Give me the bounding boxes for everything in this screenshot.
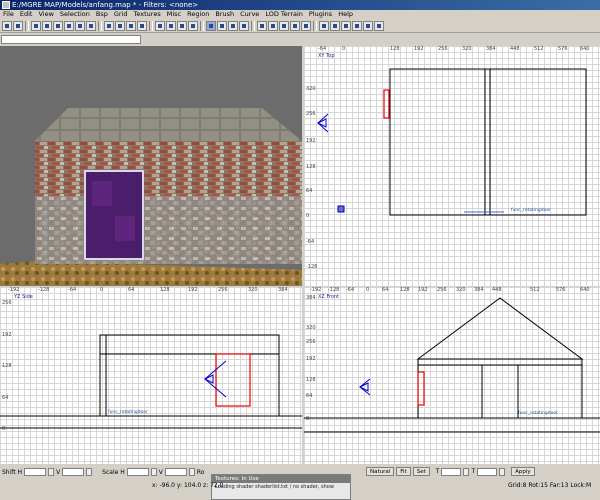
rotate-label: Ro bbox=[196, 468, 205, 476]
texture-lock-icon[interactable] bbox=[228, 20, 238, 31]
shift-h-spinner[interactable] bbox=[48, 468, 55, 476]
menu-grid[interactable]: Grid bbox=[111, 10, 131, 19]
save-icon[interactable] bbox=[13, 20, 23, 31]
tile-t2-spinner[interactable] bbox=[499, 467, 506, 476]
top-geometry bbox=[316, 68, 587, 216]
filter-bar bbox=[0, 34, 600, 46]
shift-v-field[interactable] bbox=[62, 468, 85, 476]
change-view-icon[interactable] bbox=[217, 20, 227, 31]
select-mode-icon[interactable] bbox=[206, 20, 216, 31]
apply-button[interactable]: Apply bbox=[511, 467, 535, 476]
scale-h-field[interactable] bbox=[126, 468, 149, 476]
rotate-z-icon[interactable] bbox=[86, 20, 96, 31]
texture-browser-message: Loading shader shaderlist.txt / no shade… bbox=[215, 484, 334, 490]
scale-h-label: Scale H bbox=[102, 468, 125, 476]
flip-x-icon[interactable] bbox=[31, 20, 41, 31]
select-partial-icon[interactable] bbox=[126, 20, 136, 31]
xz-front-viewport[interactable]: -192 -128 -64 0 64 128 192 256 320 384 4… bbox=[304, 287, 600, 464]
lighting-icon[interactable] bbox=[301, 20, 311, 31]
patch-cylinder-icon[interactable] bbox=[352, 20, 362, 31]
patch-matrix-icon[interactable] bbox=[363, 20, 373, 31]
grid-status: Grid:8 Rot:15 Far:13 Lock:M bbox=[508, 482, 592, 489]
tile-t2-field[interactable] bbox=[477, 467, 498, 476]
app-icon bbox=[2, 1, 10, 9]
natural-button[interactable]: Natural bbox=[366, 467, 395, 476]
top-entity-label: func_rotatingdoor bbox=[511, 208, 551, 213]
scale-h-spinner[interactable] bbox=[150, 468, 157, 476]
v-label: V bbox=[56, 468, 61, 476]
scale-v-label: V bbox=[158, 468, 163, 476]
toolbar-separator bbox=[251, 20, 255, 31]
camera-scene bbox=[0, 46, 302, 286]
patch-thicken-icon[interactable] bbox=[374, 20, 384, 31]
xy-top-viewport[interactable]: -64 0 128 192 256 320 384 448 512 576 64… bbox=[304, 46, 600, 286]
shift-v-spinner[interactable] bbox=[86, 468, 93, 476]
menu-edit[interactable]: Edit bbox=[17, 10, 36, 19]
menu-textures[interactable]: Textures bbox=[131, 10, 164, 19]
menu-misc[interactable]: Misc bbox=[164, 10, 184, 19]
cursor-coordinates: x: -96.0 y: 104.0 z: 72.0 bbox=[152, 482, 224, 489]
shift-h-field[interactable] bbox=[24, 468, 47, 476]
patch-cap-icon[interactable] bbox=[319, 20, 329, 31]
scale-v-field[interactable] bbox=[164, 468, 187, 476]
flip-y-icon[interactable] bbox=[42, 20, 52, 31]
toolbar-separator bbox=[313, 20, 317, 31]
clipper-icon[interactable] bbox=[188, 20, 198, 31]
menu-brush[interactable]: Brush bbox=[212, 10, 237, 19]
set-button[interactable]: Set bbox=[412, 467, 430, 476]
filter-input[interactable] bbox=[1, 35, 141, 44]
show-patches-icon[interactable] bbox=[268, 20, 278, 31]
texture-browser-popup[interactable]: Textures: In Use Loading shader shaderli… bbox=[211, 474, 351, 500]
menu-bar: File Edit View Selection Bsp Grid Textur… bbox=[0, 10, 600, 19]
menu-help[interactable]: Help bbox=[335, 10, 356, 19]
fit-controls: Natural Fit Set T T Apply bbox=[366, 467, 535, 476]
toolbar-separator bbox=[200, 20, 204, 31]
toolbar-separator bbox=[25, 20, 29, 31]
menu-view[interactable]: View bbox=[35, 10, 56, 19]
menu-plugins[interactable]: Plugins bbox=[306, 10, 335, 19]
textured-icon[interactable] bbox=[290, 20, 300, 31]
rotate-x-icon[interactable] bbox=[64, 20, 74, 31]
toolbar bbox=[0, 19, 600, 33]
toolbar-separator bbox=[98, 20, 102, 31]
texture-browser-title: Textures: In Use bbox=[212, 475, 350, 483]
front-entity-label: func_rotatingdoor bbox=[518, 411, 558, 416]
tile-t2-label: T bbox=[471, 468, 476, 475]
patch-cone-icon[interactable] bbox=[341, 20, 351, 31]
menu-selection[interactable]: Selection bbox=[57, 10, 93, 19]
hollow-icon[interactable] bbox=[177, 20, 187, 31]
surface-controls: Shift H V Scale H V Ro bbox=[2, 468, 204, 476]
select-complete-icon[interactable] bbox=[104, 20, 114, 31]
menu-region[interactable]: Region bbox=[184, 10, 212, 19]
csg-merge-icon[interactable] bbox=[166, 20, 176, 31]
menu-bsp[interactable]: Bsp bbox=[93, 10, 111, 19]
csg-subtract-icon[interactable] bbox=[155, 20, 165, 31]
side-geometry bbox=[0, 334, 302, 429]
menu-lod-terrain[interactable]: LOD Terrain bbox=[262, 10, 306, 19]
tile-t-field[interactable] bbox=[441, 467, 462, 476]
menu-curve[interactable]: Curve bbox=[237, 10, 262, 19]
shift-h-label: Shift H bbox=[2, 468, 23, 476]
camera-viewport[interactable] bbox=[0, 46, 302, 286]
flip-z-icon[interactable] bbox=[53, 20, 63, 31]
rotate-y-icon[interactable] bbox=[75, 20, 85, 31]
fit-button[interactable]: Fit bbox=[396, 467, 411, 476]
patch-bevel-icon[interactable] bbox=[330, 20, 340, 31]
camera-view-icon[interactable] bbox=[257, 20, 267, 31]
tile-t-label: T bbox=[435, 468, 440, 475]
wireframe-icon[interactable] bbox=[279, 20, 289, 31]
scale-v-spinner[interactable] bbox=[188, 468, 195, 476]
select-touching-icon[interactable] bbox=[115, 20, 125, 31]
select-inside-icon[interactable] bbox=[137, 20, 147, 31]
menu-file[interactable]: File bbox=[0, 10, 17, 19]
toolbar-separator bbox=[149, 20, 153, 31]
entity-list-icon[interactable] bbox=[239, 20, 249, 31]
window-title: E:/MGRE MAP/Models/anfang.map * - Filter… bbox=[12, 1, 199, 9]
front-geometry bbox=[304, 297, 600, 433]
title-bar: E:/MGRE MAP/Models/anfang.map * - Filter… bbox=[0, 0, 600, 10]
tile-t-spinner[interactable] bbox=[463, 467, 470, 476]
open-icon[interactable] bbox=[2, 20, 12, 31]
yz-side-viewport[interactable]: -192 -128 -64 0 64 128 192 256 320 384 2… bbox=[0, 287, 302, 464]
side-entity-label: func_rotatingdoor bbox=[108, 410, 148, 415]
